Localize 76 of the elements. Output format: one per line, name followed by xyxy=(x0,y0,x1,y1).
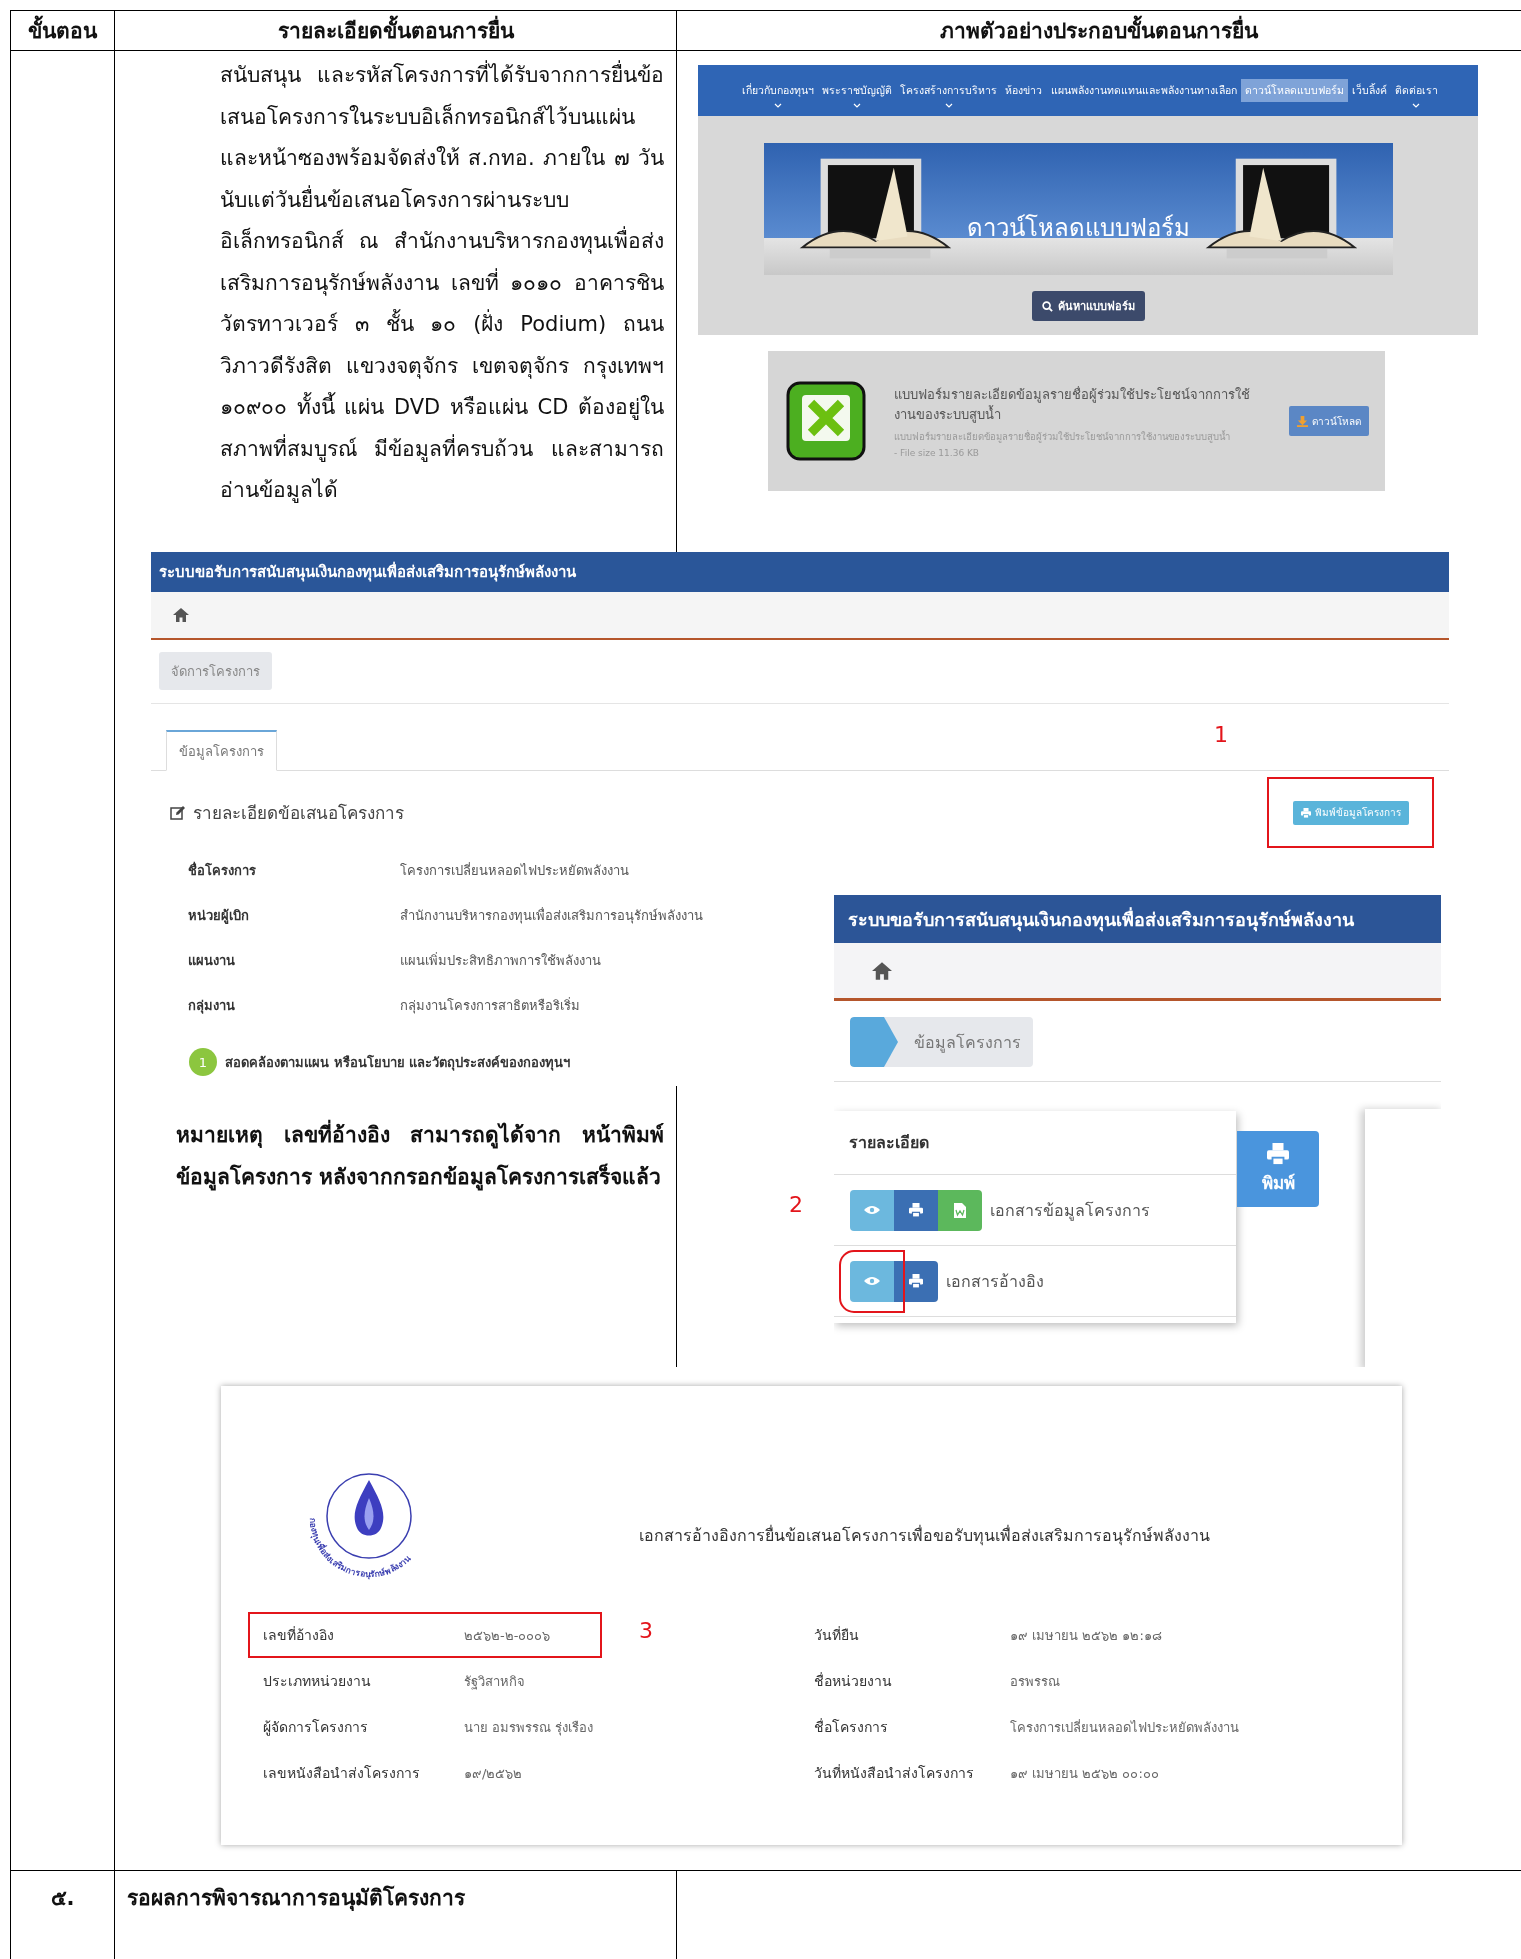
document-link[interactable]: เอกสารอ้างอิง xyxy=(946,1268,1044,1294)
spreadsheet-file-icon xyxy=(786,381,866,461)
nav-link[interactable]: เกี่ยวกับกองทุนฯ xyxy=(738,79,818,102)
field-label: กลุ่มงาน xyxy=(188,997,236,1016)
print-button[interactable] xyxy=(894,1260,938,1302)
field-label: เลขที่อ้างอิง xyxy=(263,1625,335,1645)
field-value: ๒๕๖๒-๒-๐๐๐๖ xyxy=(464,1626,551,1645)
printer-icon xyxy=(1267,1142,1289,1165)
annotation-number: 3 xyxy=(639,1618,653,1643)
column-header: รายละเอียดขั้นตอนการยื่น xyxy=(277,14,514,47)
note-text: หมายเหตุ เลขที่อ้างอิง สามารถดูได้จาก หน้าพิมพ์ข้อมูลโครงการ หลังจากกรอกข้อมูลโครงการเสร็จแล้ว xyxy=(176,1114,664,1198)
field-label: ชื่อโครงการ xyxy=(188,860,257,880)
column-header: ภาพตัวอย่างประกอบขั้นตอนการยื่น xyxy=(940,14,1258,47)
app-title-bar: ระบบขอรับการสนับสนุนเงินกองทุนเพื่อส่งเสริมการอนุรักษ์พลังงาน xyxy=(151,552,1449,592)
card-title: รายละเอียด xyxy=(849,1132,929,1154)
document-link[interactable]: เอกสารข้อมูลโครงการ xyxy=(990,1197,1150,1223)
eye-icon xyxy=(864,1276,880,1286)
nav-link[interactable]: ห้องข่าว xyxy=(1001,79,1047,102)
tab[interactable]: ข้อมูลโครงการ xyxy=(166,730,277,771)
annotation-number: 2 xyxy=(789,1192,803,1217)
edit-icon xyxy=(170,805,186,820)
print-button[interactable]: พิมพ์ xyxy=(1237,1131,1319,1207)
annotation-number: 1 xyxy=(1214,722,1228,747)
nav-link[interactable]: โครงสร้างการบริหาร xyxy=(896,79,1002,102)
download-button[interactable]: ดาวน์โหลด xyxy=(1289,406,1369,436)
download-icon xyxy=(1297,415,1308,427)
eye-icon xyxy=(864,1205,880,1215)
file-title: แบบฟอร์มรายละเอียดข้อมูลรายชื่อผู้ร่วมใช้ประโยชน์จากการใช้งานของระบบสูบน้ำ xyxy=(894,385,1251,425)
field-value: โครงการเปลี่ยนหลอดไฟประหยัดพลังงาน xyxy=(400,861,629,880)
nav-link[interactable]: แผนพลังงานทดแทนและพลังงานทางเลือก xyxy=(1046,79,1241,102)
manage-project-button[interactable]: จัดการโครงการ xyxy=(159,652,272,690)
field-label: วันที่หนังสือนำส่งโครงการ xyxy=(814,1763,975,1783)
breadcrumb[interactable]: ข้อมูลโครงการ xyxy=(850,1017,1033,1067)
step-heading: สอดคล้องตามแผน หรือนโยบาย และวัตถุประสงค์ของกองทุนฯ xyxy=(225,1053,571,1073)
print-button[interactable] xyxy=(894,1189,938,1231)
field-label: ประเภทหน่วยงาน xyxy=(263,1672,372,1691)
nav-link[interactable]: เว็บลิ้งค์ xyxy=(1347,79,1391,102)
field-value: โครงการเปลี่ยนหลอดไฟประหยัดพลังงาน xyxy=(1010,1718,1239,1737)
field-value: ๑๙ เมษายน ๒๕๖๒ ๐๐:๐๐ xyxy=(1010,1764,1159,1783)
field-label: วันที่ยืน xyxy=(814,1625,860,1645)
field-label: ชื่อโครงการ xyxy=(814,1717,889,1737)
field-value: อรพรรณ xyxy=(1010,1672,1060,1691)
field-label: แผนงาน xyxy=(188,952,236,970)
file-description: แบบฟอร์มรายละเอียดข้อมูลรายชื่อผู้ร่วมใช้ประโยชน์จากการใช้งานของระบบสูบน้ำ xyxy=(894,429,1231,444)
printer-icon xyxy=(909,1274,923,1288)
field-label: ชื่อหน่วยงาน xyxy=(814,1671,893,1691)
printer-icon xyxy=(1300,807,1311,818)
document-icon xyxy=(954,1202,966,1218)
printer-icon xyxy=(909,1203,923,1217)
field-label: เลขหนังสือนำส่งโครงการ xyxy=(263,1764,421,1783)
field-value: นาย อมรพรรณ รุ่งเรือง xyxy=(464,1718,594,1738)
field-label: ผู้จัดการโครงการ xyxy=(263,1718,369,1738)
banner-title: ดาวน์โหลดแบบฟอร์ม xyxy=(967,213,1190,244)
chevron-icon xyxy=(850,1017,900,1067)
home-icon[interactable] xyxy=(872,961,892,980)
nav-link[interactable]: ติดต่อเรา xyxy=(1391,79,1442,102)
app-title-bar: ระบบขอรับการสนับสนุนเงินกองทุนเพื่อส่งเสริมการอนุรักษ์พลังงาน xyxy=(834,895,1441,943)
field-value: สำนักงานบริหารกองทุนเพื่อส่งเสริมการอนุรักษ์พลังงาน xyxy=(400,906,703,926)
panel-title: รายละเอียดข้อเสนอโครงการ xyxy=(193,802,404,825)
field-value: ๑๙ เมษายน ๒๕๖๒ ๑๒:๑๘ xyxy=(1010,1626,1162,1645)
step-number: ๕. xyxy=(50,1885,75,1912)
home-icon[interactable] xyxy=(173,608,189,622)
search-icon xyxy=(1041,300,1053,312)
field-value: รัฐวิสาหกิจ xyxy=(464,1672,525,1692)
nav-link[interactable]: พระราชบัญญัติ xyxy=(818,79,897,102)
step-description: สนับสนุน และรหัสโครงการที่ได้รับจากการยื่นข้อเสนอโครงการในระบบอิเล็กทรอนิกส์ไว้บนแผ่นและหน้าซองพร้อมจัดส่งให้ ส.กทอ. ภายใน ๗ วันนับแต่วันยื่นข้อเสนอโครงการผ่านระบบอิเล็กทรอนิกส์ ณ สำนักงานบริหารกองทุนเพื่อส่งเสริมการอนุรักษ์พลังงาน เลขที่ ๑๐๑๐ อาคารชินวัตรทาวเวอร์ ๓ ชั้น ๑๐ (ฝั่ง Podium) ถนนวิภาวดีรังสิต แขวงจตุจักร เขตจตุจักร กรุงเทพฯ ๑๐๙๐๐ ทั้งนี้ แผ่น DVD หรือแผ่น CD ต้องอยู่ในสภาพที่สมบูรณ์ มีข้อมูลที่ครบถ้วน และสามารถอ่านข้อมูลได้ xyxy=(220,55,664,512)
field-value: ๑๙/๒๕๖๒ xyxy=(464,1764,523,1783)
step-badge: 1 xyxy=(189,1048,217,1076)
field-value: กลุ่มงานโครงการสาธิตหรือริเริ่ม xyxy=(400,996,580,1016)
search-button[interactable]: ค้นหาแบบฟอร์ม xyxy=(1031,291,1145,321)
document-title: เอกสารอ้างอิงการยื่นข้อเสนอโครงการเพื่อขอรับทุนเพื่อส่งเสริมการอนุรักษ์พลังงาน xyxy=(639,1524,1210,1548)
file-size: - File size 11.36 KB xyxy=(894,447,981,458)
field-label: หน่วยผู้เบิก xyxy=(188,907,250,926)
column-header: ขั้นตอน xyxy=(28,14,97,47)
step-description: รอผลการพิจารณาการอนุมัติโครงการ xyxy=(127,1886,465,1910)
field-value: แผนเพิ่มประสิทธิภาพการใช้พลังงาน xyxy=(400,951,601,970)
